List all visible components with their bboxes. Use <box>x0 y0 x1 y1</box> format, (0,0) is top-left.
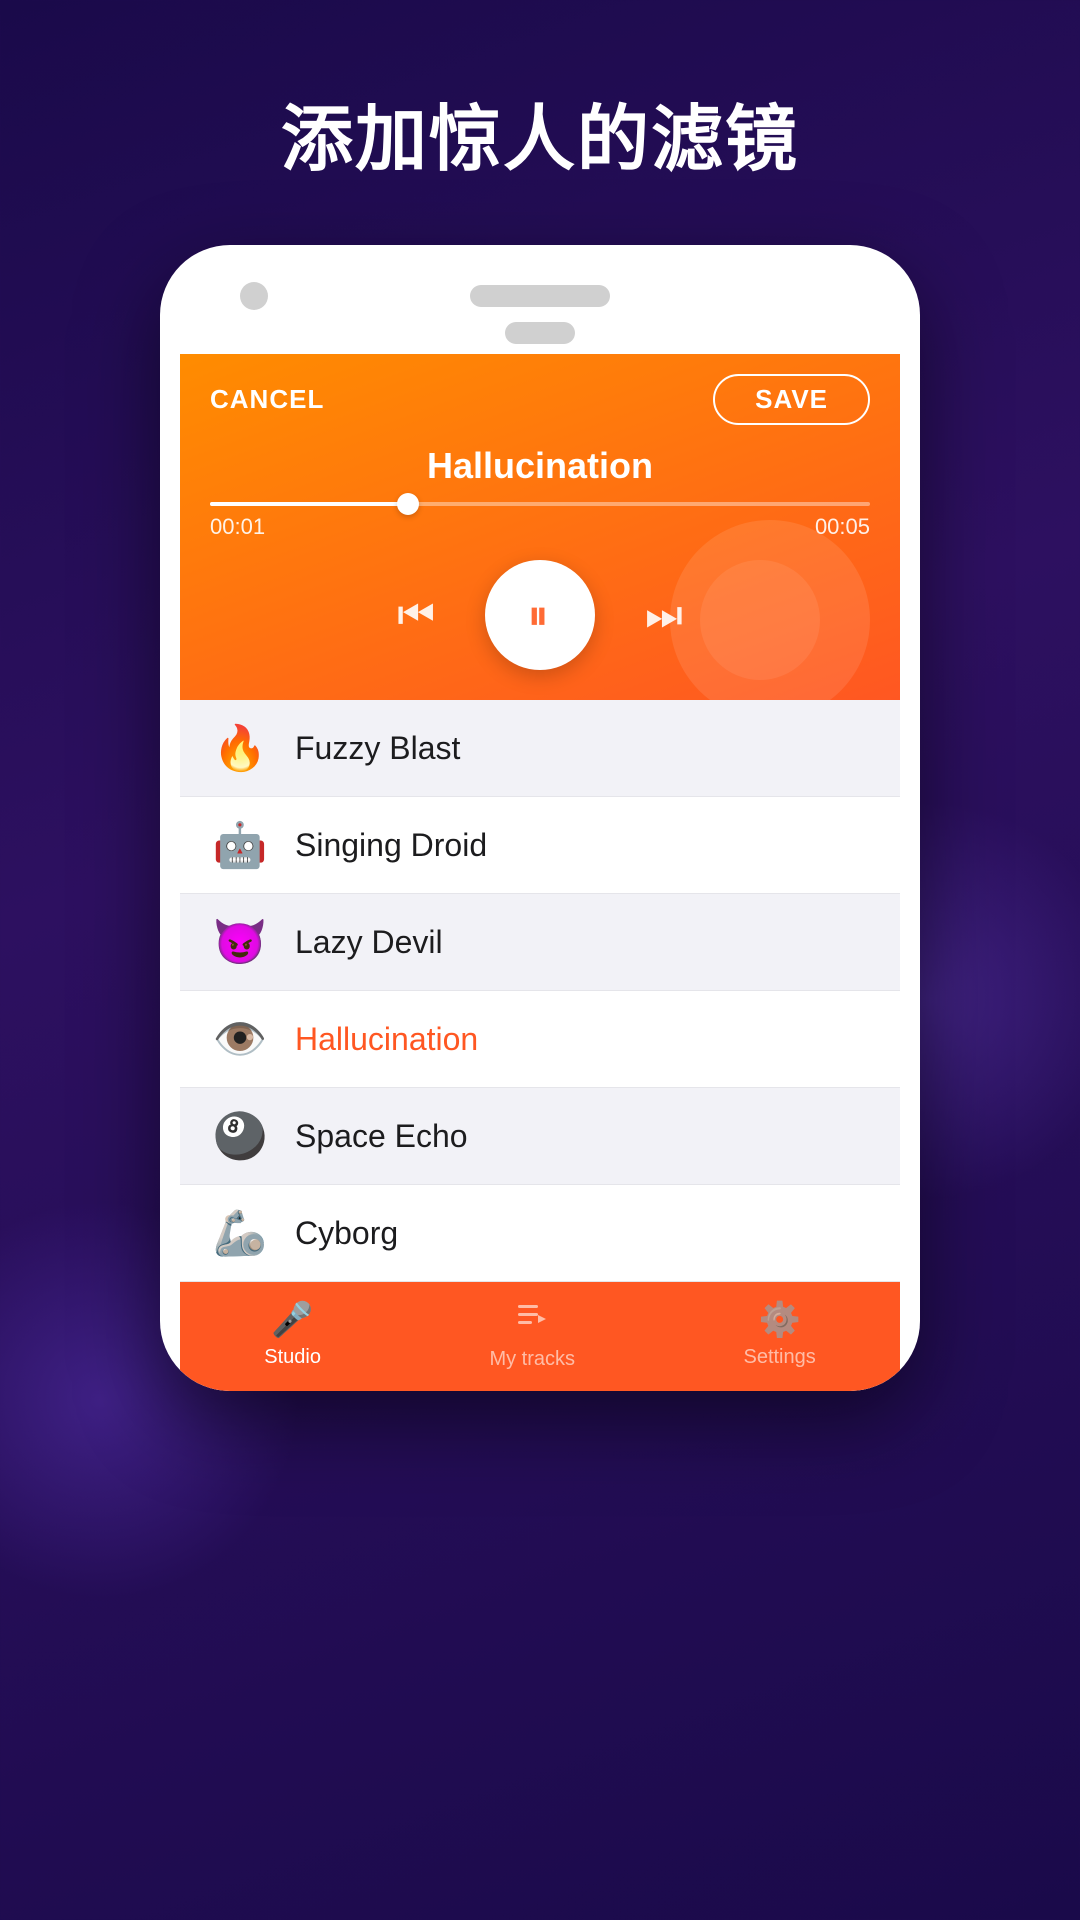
app-content: CANCEL SAVE Hallucination 00:01 00:05 <box>180 354 900 1391</box>
effect-emoji-space-echo: 🎱 <box>210 1110 270 1162</box>
effect-name-singing-droid: Singing Droid <box>295 827 487 864</box>
tab-my-tracks[interactable]: My tracks <box>489 1297 575 1371</box>
effect-name-space-echo: Space Echo <box>295 1118 468 1155</box>
effect-name-lazy-devil: Lazy Devil <box>295 924 443 961</box>
phone-camera <box>240 282 268 310</box>
total-time: 00:05 <box>815 514 870 540</box>
tab-bar: 🎤 Studio My tracks ⚙️ <box>180 1282 900 1391</box>
phone-speaker <box>470 285 610 307</box>
effect-emoji-cyborg: 🦾 <box>210 1207 270 1259</box>
effect-item-singing-droid[interactable]: 🤖 Singing Droid <box>180 797 900 894</box>
player-section: CANCEL SAVE Hallucination 00:01 00:05 <box>180 354 900 700</box>
tab-settings[interactable]: ⚙️ Settings <box>743 1300 815 1369</box>
effect-name-cyborg: Cyborg <box>295 1215 398 1252</box>
phone-container: CANCEL SAVE Hallucination 00:01 00:05 <box>0 245 1080 1391</box>
tab-studio-label: Studio <box>264 1346 321 1369</box>
effect-item-space-echo[interactable]: 🎱 Space Echo <box>180 1088 900 1185</box>
phone-home-button <box>505 322 575 344</box>
progress-thumb <box>397 493 419 515</box>
progress-track[interactable] <box>210 502 870 506</box>
current-time: 00:01 <box>210 514 265 540</box>
page-title: 添加惊人的滤镜 <box>0 0 1080 245</box>
top-bar: CANCEL SAVE <box>210 354 870 440</box>
tab-settings-label: Settings <box>743 1346 815 1369</box>
forward-icon: ⏭ <box>645 591 683 638</box>
tab-studio[interactable]: 🎤 Studio <box>264 1300 321 1369</box>
effect-name-fuzzy-blast: Fuzzy Blast <box>295 730 460 767</box>
time-labels: 00:01 00:05 <box>210 514 870 540</box>
progress-container <box>210 502 870 506</box>
effect-emoji-hallucination: 👁️ <box>210 1013 270 1065</box>
pause-button[interactable]: ⏸ <box>485 560 595 670</box>
effect-emoji-singing-droid: 🤖 <box>210 819 270 871</box>
effect-item-fuzzy-blast[interactable]: 🔥 Fuzzy Blast <box>180 700 900 797</box>
effect-item-hallucination[interactable]: 👁️ Hallucination <box>180 991 900 1088</box>
rewind-icon: ⏮ <box>397 591 435 638</box>
effect-emoji-lazy-devil: 😈 <box>210 916 270 968</box>
pause-icon: ⏸ <box>527 591 552 640</box>
studio-icon: 🎤 <box>271 1300 313 1340</box>
effects-list: 🔥 Fuzzy Blast 🤖 Singing Droid 😈 Lazy Dev… <box>180 700 900 1282</box>
progress-fill <box>210 502 408 506</box>
rewind-button[interactable]: ⏮ <box>397 591 435 640</box>
effect-item-lazy-devil[interactable]: 😈 Lazy Devil <box>180 894 900 991</box>
effect-emoji-fuzzy-blast: 🔥 <box>210 722 270 774</box>
save-button[interactable]: SAVE <box>713 374 870 425</box>
effect-item-cyborg[interactable]: 🦾 Cyborg <box>180 1185 900 1282</box>
effect-name-hallucination: Hallucination <box>295 1021 478 1058</box>
track-name: Hallucination <box>210 445 870 487</box>
phone-top <box>180 275 900 322</box>
phone-mockup: CANCEL SAVE Hallucination 00:01 00:05 <box>160 245 920 1391</box>
playback-controls: ⏮ ⏸ ⏭ <box>210 560 870 670</box>
forward-button[interactable]: ⏭ <box>645 591 683 640</box>
cancel-button[interactable]: CANCEL <box>210 384 324 415</box>
tab-my-tracks-label: My tracks <box>489 1348 575 1371</box>
settings-icon: ⚙️ <box>758 1300 800 1340</box>
my-tracks-icon <box>514 1297 550 1342</box>
